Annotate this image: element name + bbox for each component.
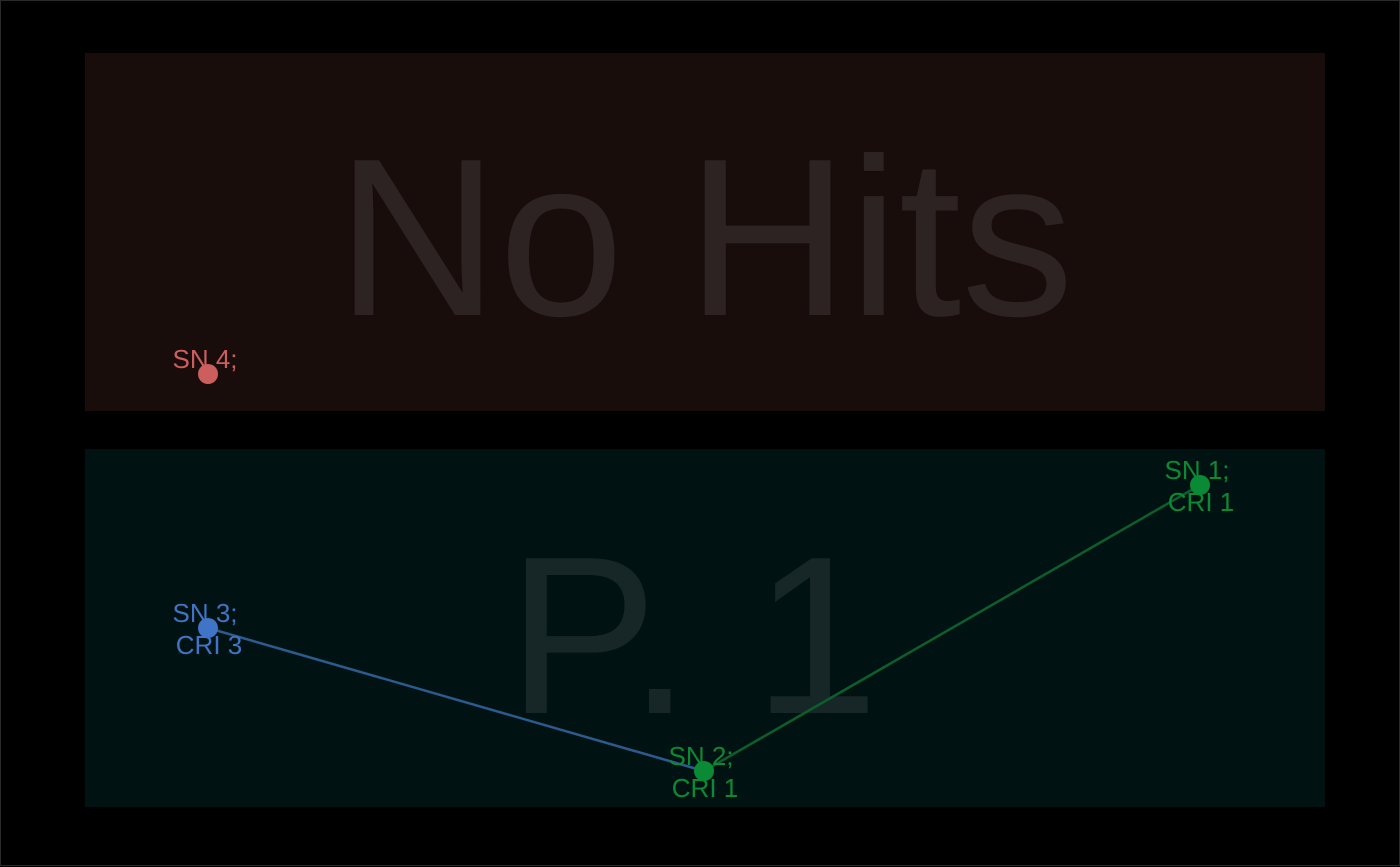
diagram-frame: No Hits P. 1 SN 4; SN 3; CRI 3 SN 2; CRI… <box>0 0 1400 866</box>
node-sn4-label-sn: SN 4; <box>172 344 237 374</box>
panel-p1-watermark: P. 1 <box>507 509 878 761</box>
node-sn2-label-cri: CRI 1 <box>672 773 738 803</box>
node-sn1-label-sn: SN 1; <box>1164 455 1229 485</box>
panel-no-hits-watermark: No Hits <box>336 111 1074 363</box>
node-sn3-label-cri: CRI 3 <box>176 630 242 660</box>
node-sn3-label-sn: SN 3; <box>172 598 237 628</box>
diagram-canvas: No Hits P. 1 SN 4; SN 3; CRI 3 SN 2; CRI… <box>85 53 1325 807</box>
node-sn1-label-cri: CRI 1 <box>1168 487 1234 517</box>
panel-no-hits: No Hits <box>85 53 1325 411</box>
node-sn2-label-sn: SN 2; <box>668 741 733 771</box>
